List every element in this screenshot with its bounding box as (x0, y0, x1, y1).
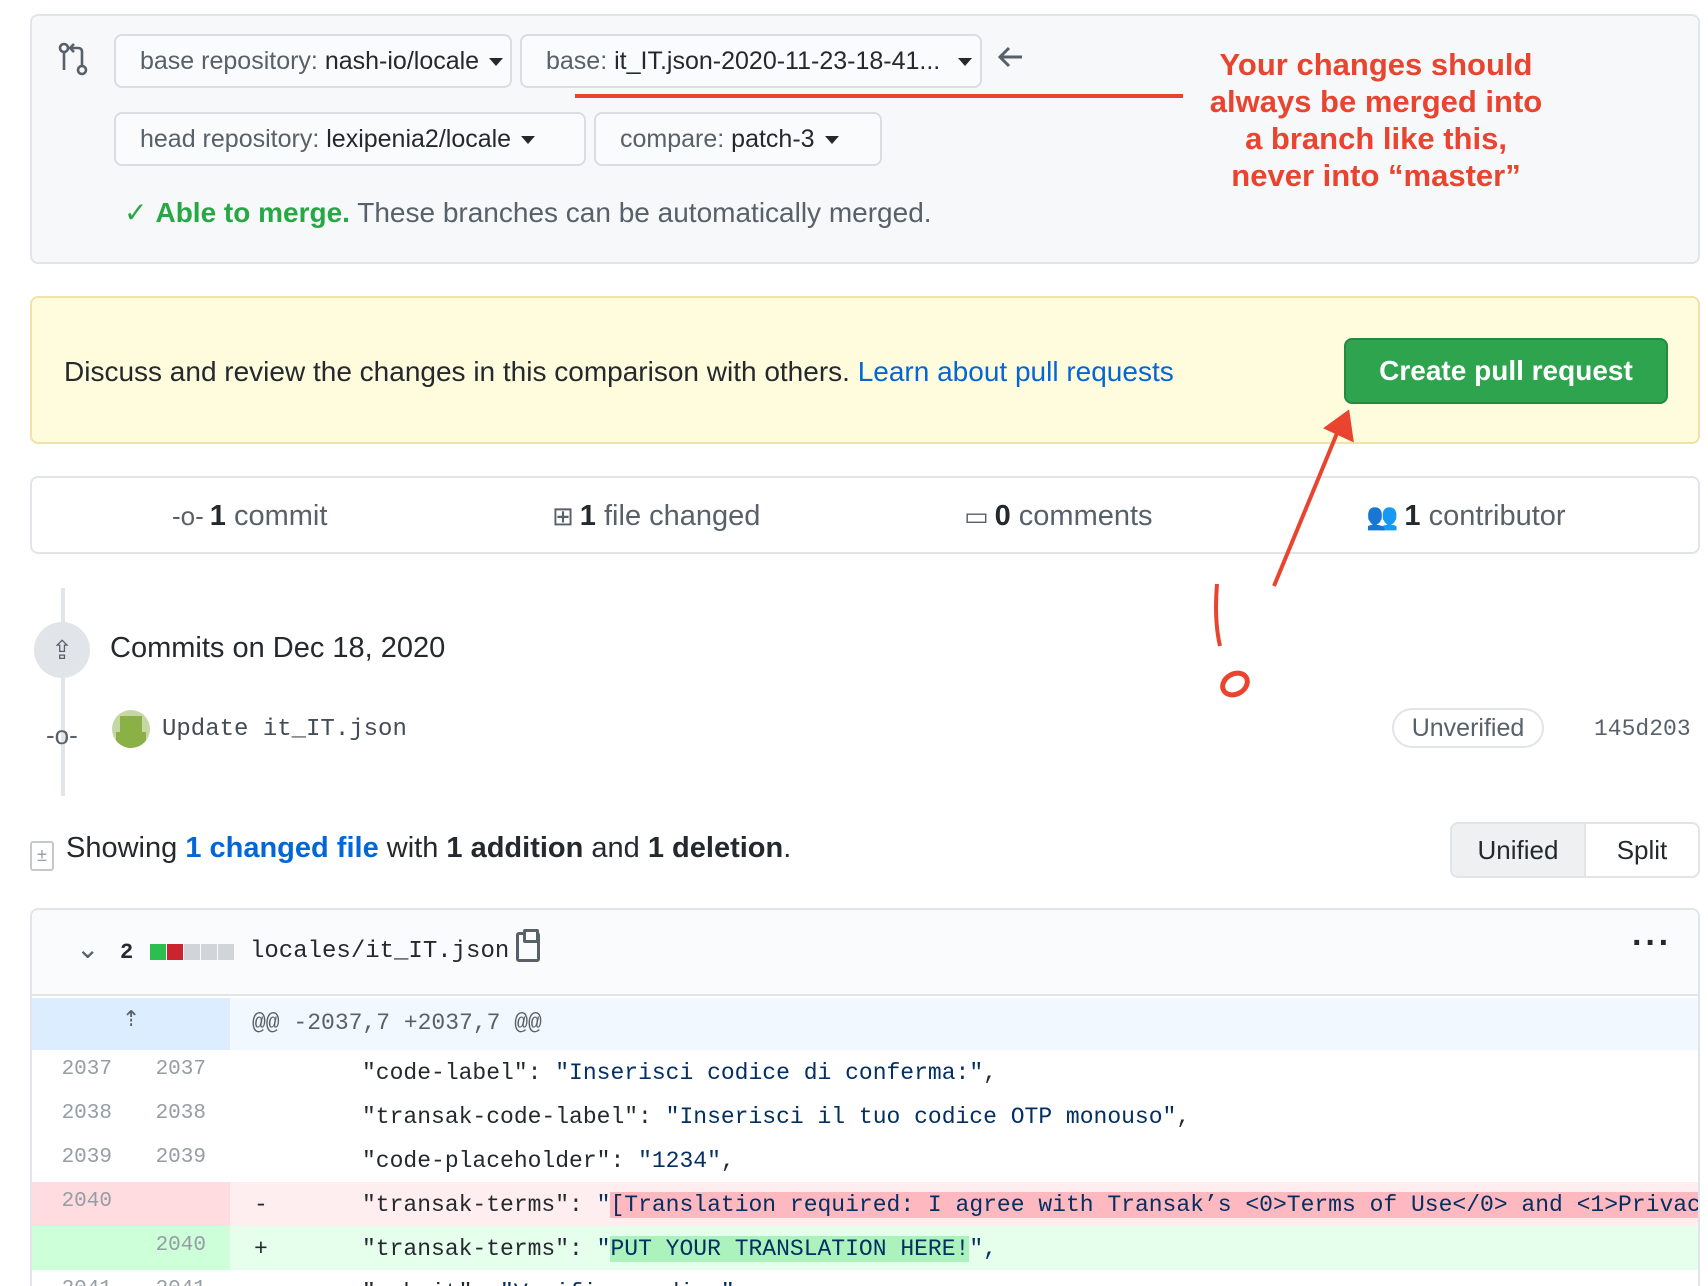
annotation-scribble-line (1214, 583, 1222, 647)
annotation-scribble-loop (1220, 670, 1250, 698)
annotation-overlay (575, 94, 1354, 698)
annotation-arrow-line (1272, 425, 1342, 587)
annotation-arrow-head (1323, 409, 1354, 443)
